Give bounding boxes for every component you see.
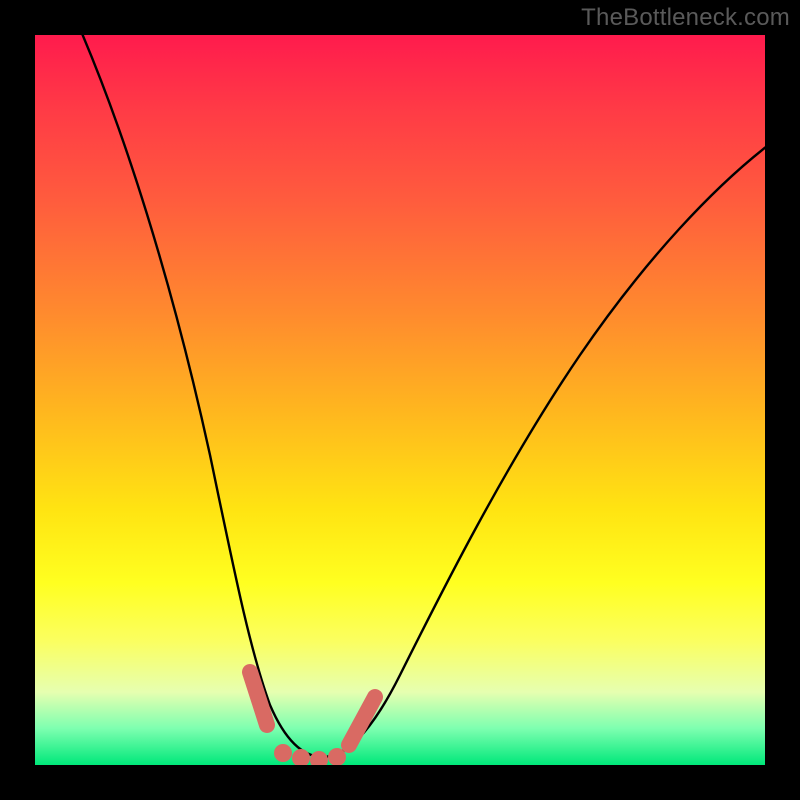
marker-dot <box>310 751 328 765</box>
bottleneck-curve <box>65 35 765 757</box>
marker-left-segment <box>250 672 267 725</box>
marker-right-segment <box>349 697 375 745</box>
marker-dot <box>292 749 310 765</box>
chart-frame: TheBottleneck.com <box>0 0 800 800</box>
marker-dot <box>274 744 292 762</box>
watermark-text: TheBottleneck.com <box>581 4 790 32</box>
plot-area <box>35 35 765 765</box>
curve-svg <box>35 35 765 765</box>
